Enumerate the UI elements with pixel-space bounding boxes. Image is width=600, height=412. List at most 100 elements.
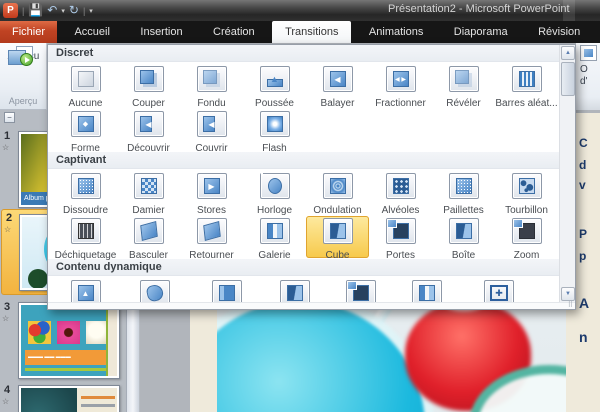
transition-grande-roue[interactable]: Grande roue xyxy=(117,278,192,302)
effect-options-icon[interactable] xyxy=(580,45,597,61)
slide-row-3[interactable]: 3 ☆ ▬▬▬ ▬▬ ▬▬▬ xyxy=(0,299,125,384)
slide3-side-stripe xyxy=(106,305,117,376)
window-title: Présentation2 - Microsoft PowerPoint xyxy=(388,3,570,15)
preview-button[interactable]: Aperçu xyxy=(3,46,44,91)
slide-number: 1 xyxy=(4,130,10,142)
gallery-section-header-captivant: Captivant xyxy=(48,152,559,169)
transition-fenetre[interactable]: Fenêtre xyxy=(328,278,394,302)
transition-galerie[interactable]: Galerie xyxy=(243,216,306,258)
tab-accueil[interactable]: Accueil xyxy=(61,21,122,43)
transition-tourbillon[interactable]: Tourbillon xyxy=(495,171,558,213)
tab-revision[interactable]: Révision xyxy=(525,21,593,43)
save-icon[interactable]: 💾 xyxy=(28,3,43,18)
gallery-row: Panoramique Grande roue Convoyeur Rotati… xyxy=(48,276,559,302)
transition-cube-selected[interactable]: Cube xyxy=(306,216,369,258)
transition-stores[interactable]: Stores xyxy=(180,171,243,213)
transition-reveler[interactable]: Révéler xyxy=(432,64,495,106)
transition-star-icon: ☆ xyxy=(2,143,9,152)
tab-creation[interactable]: Création xyxy=(200,21,268,43)
transition-orbite[interactable]: Orbite xyxy=(394,278,460,302)
scroll-up-icon[interactable]: ▲ xyxy=(561,46,575,60)
gallery-row: Déchiquetage Basculer Retourner Galerie … xyxy=(48,214,559,259)
transition-flash[interactable]: Flash xyxy=(243,109,306,151)
gallery-section-header-contenu-dynamique: Contenu dynamique xyxy=(48,259,559,276)
conveyor-icon xyxy=(212,280,242,302)
gallery-scrollbar[interactable]: ▲ ▼ xyxy=(559,45,575,302)
undo-icon[interactable]: ↶ xyxy=(47,3,57,18)
honeycomb-icon xyxy=(386,173,416,199)
transition-dechiquetage[interactable]: Déchiquetage xyxy=(54,216,117,258)
clock-icon xyxy=(260,173,290,199)
transition-couper[interactable]: Couper xyxy=(117,64,180,106)
transition-aucune[interactable]: Aucune xyxy=(54,64,117,106)
ferris-wheel-icon xyxy=(140,280,170,302)
gallery-row: Forme Découvrir Couvrir Flash xyxy=(48,107,559,152)
transition-balayer[interactable]: Balayer xyxy=(306,64,369,106)
ribbon-preview-group: Aperçu Aperçu xyxy=(0,43,47,110)
transition-panoramique[interactable]: Panoramique xyxy=(54,278,117,302)
transition-couvrir[interactable]: Couvrir xyxy=(180,109,243,151)
scrollbar-thumb[interactable] xyxy=(561,62,575,96)
dissolve-icon xyxy=(71,173,101,199)
effect-options-label[interactable]: O d' xyxy=(580,64,588,88)
slides-panel-tab-box[interactable]: − xyxy=(4,112,15,123)
window-icon xyxy=(346,280,376,302)
slide-text-fragment: v xyxy=(579,178,586,192)
cut-icon xyxy=(134,66,164,92)
transition-portes[interactable]: Portes xyxy=(369,216,432,258)
transition-convoyeur[interactable]: Convoyeur xyxy=(192,278,262,302)
ribbon-tab-bar: Fichier Accueil Insertion Création Trans… xyxy=(0,21,600,43)
slide4-text-line xyxy=(81,404,115,407)
slide-thumbnail-4[interactable] xyxy=(18,385,120,412)
blinds-icon xyxy=(197,173,227,199)
transition-fractionner[interactable]: Fractionner xyxy=(369,64,432,106)
transition-barres-aleatoires[interactable]: Barres aléat... xyxy=(495,64,558,106)
transition-ondulation[interactable]: Ondulation xyxy=(306,171,369,213)
slide4-photo xyxy=(21,388,77,412)
transition-alveoles[interactable]: Alvéoles xyxy=(369,171,432,213)
transition-horloge[interactable]: Horloge xyxy=(243,171,306,213)
transition-fondu[interactable]: Fondu xyxy=(180,64,243,106)
transition-boite[interactable]: Boîte xyxy=(432,216,495,258)
transition-zoom[interactable]: Zoom xyxy=(495,216,558,258)
transition-star-icon: ☆ xyxy=(2,397,9,406)
slide-thumbnail-3[interactable]: ▬▬▬ ▬▬ ▬▬▬ xyxy=(18,302,120,379)
transition-decouvrir[interactable]: Découvrir xyxy=(117,109,180,151)
transition-forme[interactable]: Forme xyxy=(54,109,117,151)
fade-icon xyxy=(197,66,227,92)
customize-qat-icon[interactable]: ▾ xyxy=(89,7,93,15)
pan-icon xyxy=(71,280,101,302)
transition-basculer[interactable]: Basculer xyxy=(117,216,180,258)
tab-insertion[interactable]: Insertion xyxy=(127,21,195,43)
scroll-down-icon[interactable]: ▼ xyxy=(561,287,575,301)
preview-group-label: Aperçu xyxy=(0,96,46,106)
undo-dropdown-icon[interactable]: ▾ xyxy=(61,7,65,15)
tab-transitions[interactable]: Transitions xyxy=(272,21,351,43)
tab-animations[interactable]: Animations xyxy=(356,21,436,43)
transition-poussee[interactable]: Poussée xyxy=(243,64,306,106)
redo-icon[interactable]: ↻ xyxy=(69,3,79,18)
gallery-resize-handle[interactable] xyxy=(48,302,575,309)
slide-text-fragment: A xyxy=(579,295,589,311)
powerpoint-app-icon[interactable]: P xyxy=(3,3,18,18)
transition-dissoudre[interactable]: Dissoudre xyxy=(54,171,117,213)
slide-row-4[interactable]: 4 ☆ xyxy=(0,382,125,412)
powerpoint-window: P | 💾 ↶ ▾ ↻ | ▾ Présentation2 - Microsof… xyxy=(0,0,600,412)
transition-rotation[interactable]: Rotation xyxy=(262,278,328,302)
flip-icon xyxy=(197,218,227,244)
flower-photo xyxy=(57,321,80,344)
tab-diaporama[interactable]: Diaporama xyxy=(441,21,521,43)
glitter-icon xyxy=(449,173,479,199)
transition-damier[interactable]: Damier xyxy=(117,171,180,213)
slide-text-fragment: p xyxy=(579,249,586,263)
transition-paillettes[interactable]: Paillettes xyxy=(432,171,495,213)
rotate-icon xyxy=(280,280,310,302)
qat-separator: | xyxy=(22,6,24,16)
tab-fichier[interactable]: Fichier xyxy=(0,21,57,43)
gallery-icon xyxy=(260,218,290,244)
transition-star-icon: ☆ xyxy=(2,314,9,323)
transition-retourner[interactable]: Retourner xyxy=(180,216,243,258)
uncover-icon xyxy=(134,111,164,137)
transition-parcourir-image[interactable]: Parcourir l'i... xyxy=(460,278,538,302)
ribbon-effect-options-partial: O d' xyxy=(576,43,600,115)
